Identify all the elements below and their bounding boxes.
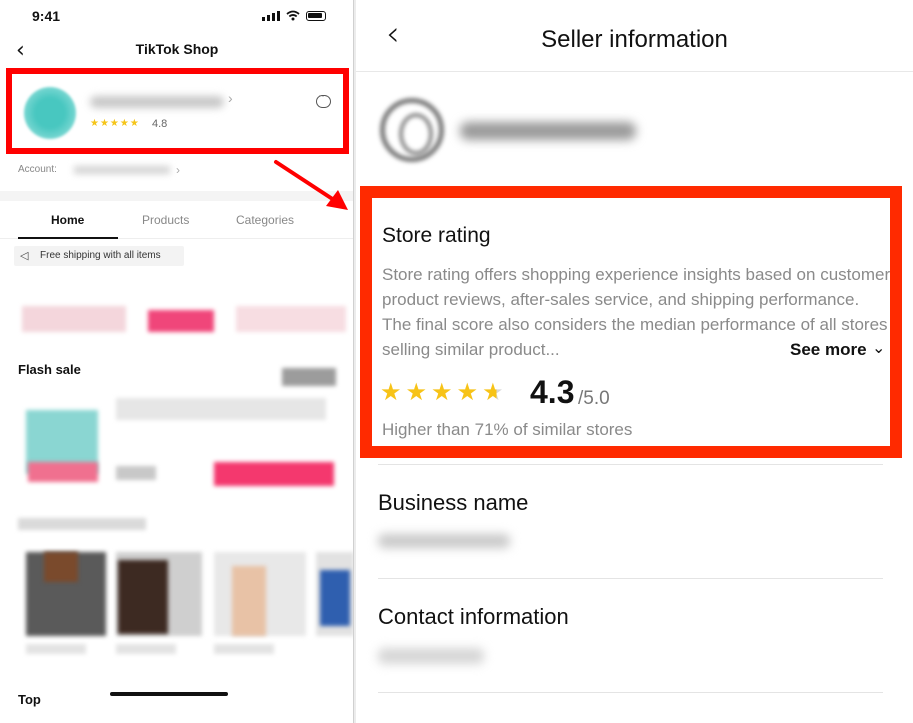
- free-shipping-text: Free shipping with all items: [40, 250, 161, 261]
- store-rating-title: Store rating: [382, 224, 491, 247]
- status-time: 9:41: [32, 8, 61, 24]
- star-rating-icon: ★★★★★: [380, 378, 508, 406]
- chevron-right-icon: ›: [176, 163, 180, 177]
- store-rating-score: 4.3: [530, 374, 575, 410]
- home-indicator: [110, 692, 228, 696]
- contact-information-title: Contact information: [378, 604, 569, 629]
- top-section-heading: Top: [18, 692, 41, 707]
- business-name-title: Business name: [378, 490, 529, 515]
- chevron-right-icon: ›: [228, 90, 233, 106]
- comparison-canvas: 9:41 ‹ TikTok Shop › ★★★★★ 4.8 ⋯ Account…: [0, 0, 913, 723]
- page-title: TikTok Shop: [135, 41, 219, 57]
- megaphone-icon: ◁: [20, 249, 29, 262]
- business-name-redacted: [378, 534, 510, 548]
- store-rating-comparison: Higher than 71% of similar stores: [382, 420, 633, 439]
- account-label: Account:: [18, 164, 57, 175]
- flash-sale-heading: Flash sale: [18, 362, 81, 377]
- store-rating-section: Store rating Store rating offers shoppin…: [360, 186, 902, 458]
- tab-products[interactable]: Products: [142, 213, 189, 227]
- seller-name-redacted: [460, 122, 636, 140]
- store-header-card[interactable]: › ★★★★★ 4.8: [6, 68, 349, 154]
- status-icons: [262, 10, 326, 21]
- cellular-signal-icon: [262, 11, 280, 21]
- divider: [378, 692, 883, 693]
- chevron-down-icon[interactable]: ⌄: [872, 338, 885, 357]
- divider: [378, 578, 883, 579]
- wifi-icon: [286, 10, 300, 21]
- section-heading-redacted: [18, 518, 146, 530]
- top-nav: ‹ Seller information: [356, 0, 913, 72]
- store-rating-max: /5.0: [578, 388, 610, 409]
- battery-icon: [306, 11, 326, 21]
- star-rating-icon: ★★★★★: [90, 118, 140, 129]
- free-shipping-chip[interactable]: ◁ Free shipping with all items: [14, 246, 184, 266]
- see-more-link[interactable]: See more: [790, 340, 867, 360]
- active-tab-indicator: [18, 237, 118, 239]
- account-name-redacted[interactable]: [74, 166, 170, 174]
- status-bar: 9:41: [0, 0, 353, 30]
- top-nav: ‹ TikTok Shop: [0, 34, 353, 66]
- flash-sale-timer-redacted: [282, 368, 336, 386]
- store-name-redacted: [90, 96, 224, 108]
- tab-home[interactable]: Home: [51, 213, 84, 227]
- red-arrow-icon: [274, 160, 348, 210]
- seller-logo: [380, 98, 444, 162]
- tiktok-shop-screen: 9:41 ‹ TikTok Shop › ★★★★★ 4.8 ⋯ Account…: [0, 0, 354, 723]
- contact-information-redacted[interactable]: [378, 648, 484, 664]
- chat-icon[interactable]: [316, 91, 331, 108]
- divider: [378, 464, 883, 465]
- page-title: Seller information: [541, 26, 728, 53]
- seller-information-screen: ‹ Seller information Store rating Store …: [356, 0, 913, 723]
- store-avatar[interactable]: [24, 87, 76, 139]
- store-rating-value: 4.8: [152, 118, 168, 130]
